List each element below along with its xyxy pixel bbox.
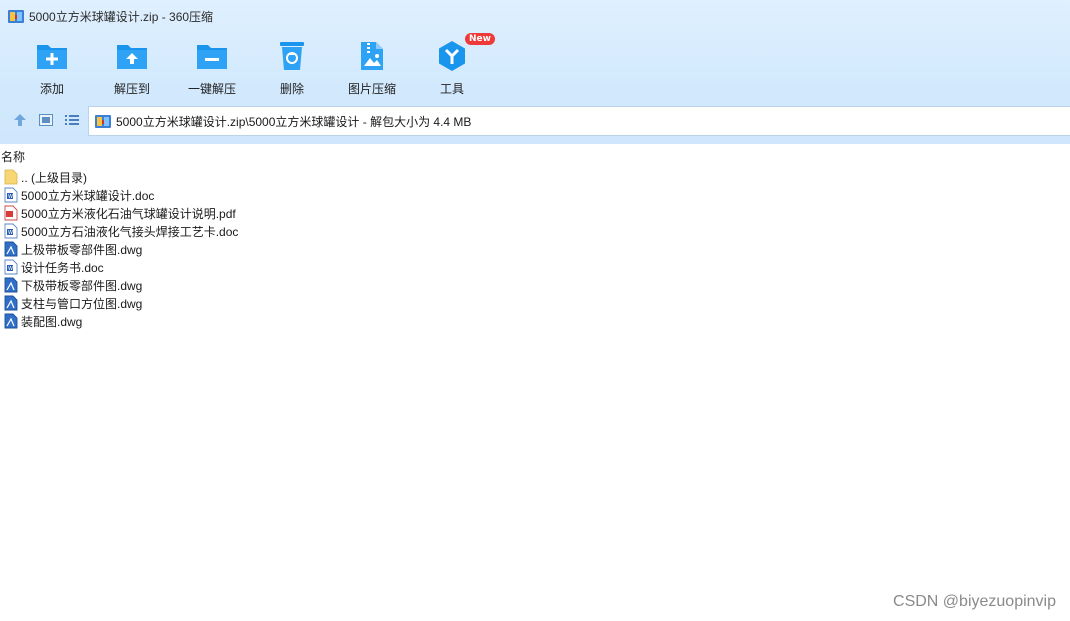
column-name-header[interactable]: 名称 <box>1 148 25 165</box>
dwg-file-icon <box>4 313 18 329</box>
file-name: 上极带板零部件图.dwg <box>21 242 143 257</box>
dwg-file-icon <box>4 241 18 257</box>
navigation-bar: 5000立方米球罐设计.zip\5000立方米球罐设计 - 解包大小为 4.4 … <box>0 106 1070 136</box>
svg-text:W: W <box>8 266 13 272</box>
image-compress-icon <box>355 39 389 73</box>
delete-button[interactable]: 删除 <box>252 36 332 100</box>
watermark-text: CSDN @biyezuopinvip <box>893 593 1056 610</box>
folder-icon <box>4 169 18 185</box>
word-doc-icon: W <box>4 259 18 275</box>
list-item[interactable]: 装配图.dwg <box>0 312 1070 330</box>
file-name: 设计任务书.doc <box>21 260 104 275</box>
tools-button[interactable]: New 工具 <box>412 33 495 100</box>
extract-to-button[interactable]: 解压到 <box>92 36 172 100</box>
one-click-extract-icon <box>195 39 229 73</box>
dwg-file-icon <box>4 277 18 293</box>
list-item[interactable]: 5000立方米液化石油气球罐设计说明.pdf <box>0 204 1070 222</box>
extract-folder-icon <box>115 39 149 73</box>
list-item[interactable]: W 设计任务书.doc <box>0 258 1070 276</box>
list-item[interactable]: 下极带板零部件图.dwg <box>0 276 1070 294</box>
add-button[interactable]: 添加 <box>12 36 92 100</box>
file-name: 5000立方石油液化气接头焊接工艺卡.doc <box>21 224 239 239</box>
file-name: 支柱与管口方位图.dwg <box>21 296 143 311</box>
file-name: 5000立方米液化石油气球罐设计说明.pdf <box>21 206 236 221</box>
main-toolbar: 添加 解压到 一键解压 删除 图片压缩 New 工具 <box>0 33 495 100</box>
extract-to-label: 解压到 <box>113 82 150 96</box>
up-button[interactable] <box>7 106 33 136</box>
new-badge: New <box>465 33 495 45</box>
column-header: 名称 <box>0 146 1070 164</box>
list-item[interactable]: 支柱与管口方位图.dwg <box>0 294 1070 312</box>
dwg-file-icon <box>4 295 18 311</box>
image-compress-button[interactable]: 图片压缩 <box>332 36 412 100</box>
thumbnail-view-button[interactable] <box>33 106 59 136</box>
window-chrome: 5000立方米球罐设计.zip - 360压缩 添加 解压到 一键解压 删除 图… <box>0 0 1070 144</box>
address-bar[interactable]: 5000立方米球罐设计.zip\5000立方米球罐设计 - 解包大小为 4.4 … <box>88 106 1070 136</box>
up-arrow-icon <box>13 113 27 130</box>
list-item-parent-dir[interactable]: .. (上级目录) <box>0 168 1070 186</box>
image-compress-label: 图片压缩 <box>347 82 396 96</box>
tools-label: 工具 <box>439 82 464 96</box>
add-folder-icon <box>35 39 69 73</box>
address-path: 5000立方米球罐设计.zip\5000立方米球罐设计 - 解包大小为 4.4 … <box>116 114 472 129</box>
list-item[interactable]: W 5000立方石油液化气接头焊接工艺卡.doc <box>0 222 1070 240</box>
svg-text:W: W <box>8 194 13 200</box>
delete-label: 删除 <box>279 82 304 96</box>
list-item[interactable]: W 5000立方米球罐设计.doc <box>0 186 1070 204</box>
one-click-extract-button[interactable]: 一键解压 <box>172 36 252 100</box>
file-list: .. (上级目录) W 5000立方米球罐设计.doc 5000立方米液化石油气… <box>0 168 1070 330</box>
zip-archive-icon <box>8 9 24 23</box>
tools-icon <box>435 39 469 73</box>
file-name: 装配图.dwg <box>21 314 83 329</box>
window-title: 5000立方米球罐设计.zip - 360压缩 <box>29 9 214 24</box>
list-view-button[interactable] <box>59 106 85 136</box>
one-click-extract-label: 一键解压 <box>187 82 236 96</box>
file-name: 下极带板零部件图.dwg <box>21 278 143 293</box>
thumbnail-view-icon <box>39 113 53 129</box>
word-doc-icon: W <box>4 223 18 239</box>
zip-archive-icon <box>95 114 111 128</box>
file-name: .. (上级目录) <box>21 170 87 185</box>
list-item[interactable]: 上极带板零部件图.dwg <box>0 240 1070 258</box>
add-label: 添加 <box>39 82 64 96</box>
title-bar: 5000立方米球罐设计.zip - 360压缩 <box>0 0 1070 32</box>
word-doc-icon: W <box>4 187 18 203</box>
list-view-icon <box>65 114 79 129</box>
svg-text:W: W <box>8 230 13 236</box>
pdf-icon <box>4 205 18 221</box>
recycle-bin-icon <box>275 39 309 73</box>
file-name: 5000立方米球罐设计.doc <box>21 188 155 203</box>
